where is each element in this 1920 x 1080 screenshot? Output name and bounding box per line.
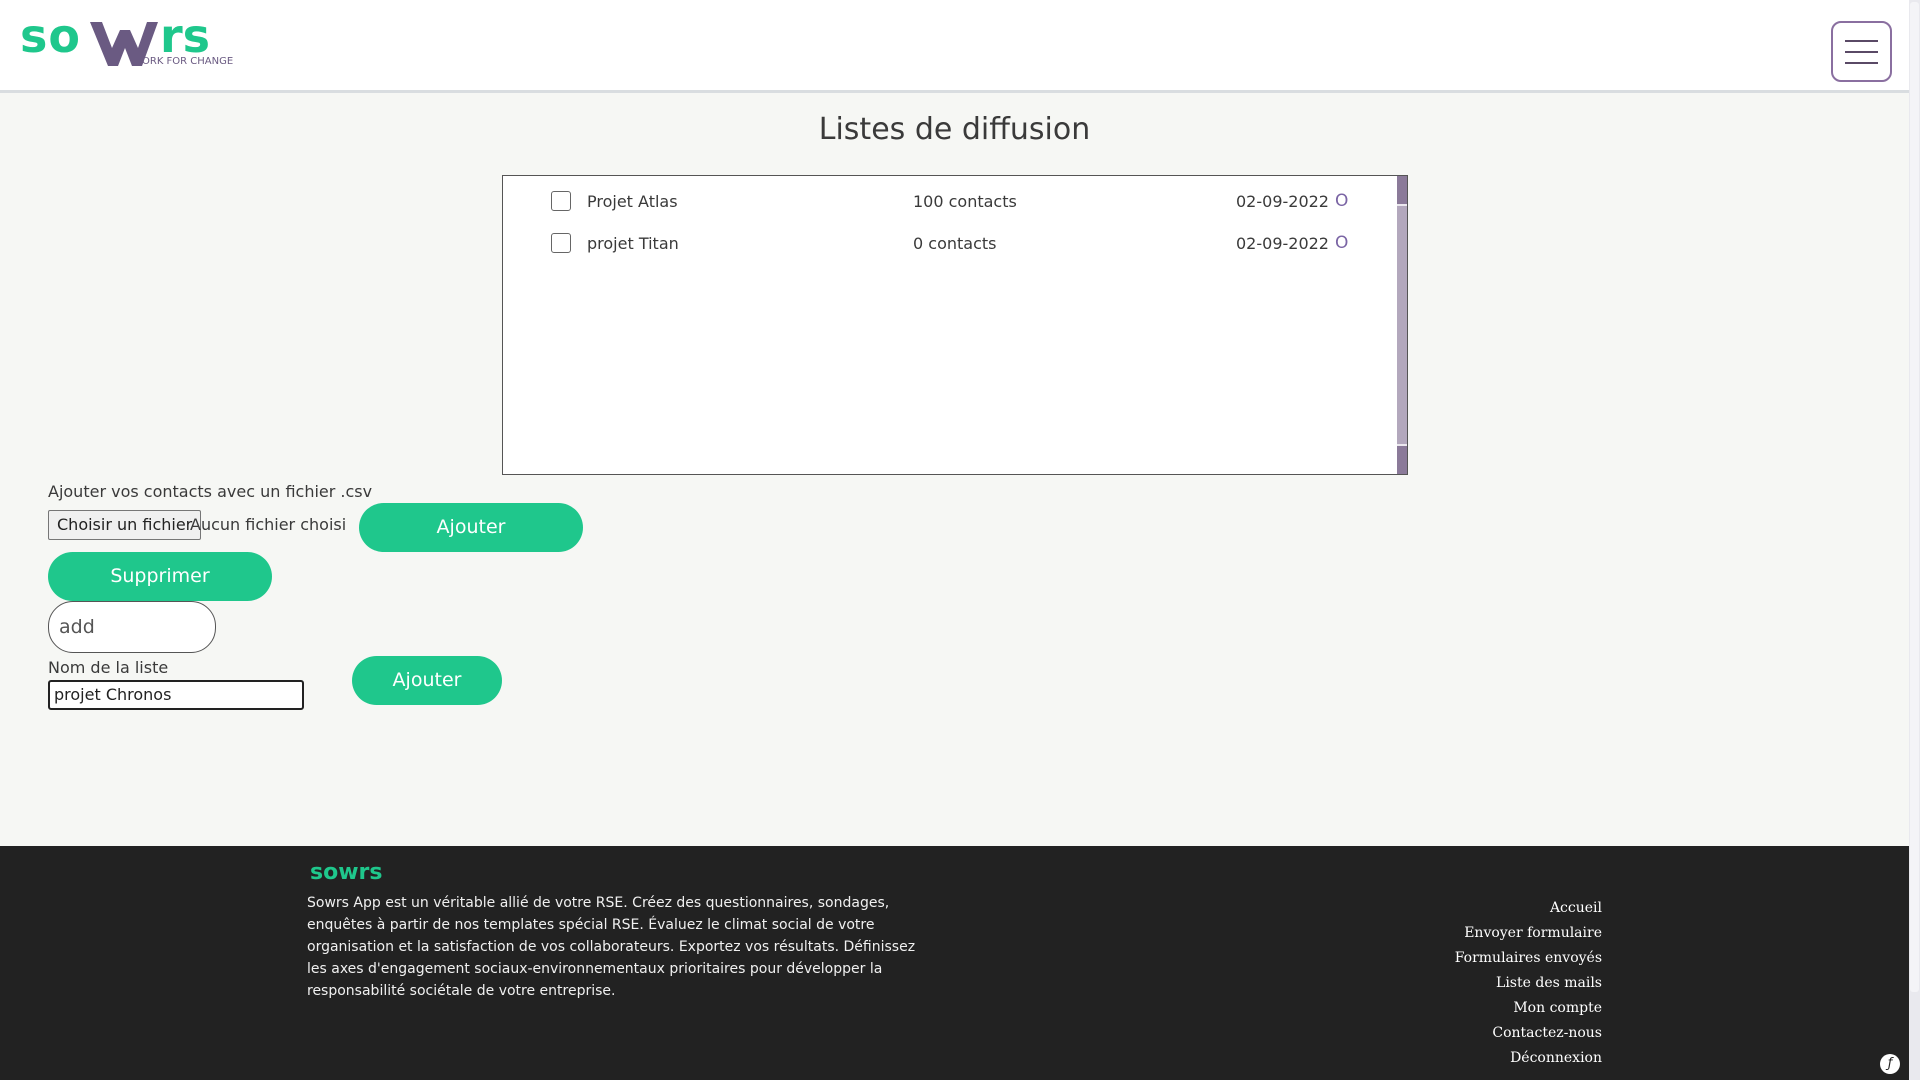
svg-text:sowrs: sowrs	[310, 860, 382, 884]
csv-import-label: Ajouter vos contacts avec un fichier .cs…	[48, 482, 373, 501]
delete-list-icon[interactable]: O	[1335, 191, 1348, 211]
footer-link-envoyer-formulaire[interactable]: Envoyer formulaire	[1400, 921, 1602, 946]
footer-link-deconnexion[interactable]: Déconnexion	[1400, 1046, 1602, 1071]
footer-logo: sowrs	[310, 860, 382, 884]
footer-link-liste-des-mails[interactable]: Liste des mails	[1400, 971, 1602, 996]
scroll-up-arrow[interactable]	[1397, 176, 1407, 204]
svg-text:ORK FOR CHANGE: ORK FOR CHANGE	[142, 56, 233, 67]
footer-nav: Accueil Envoyer formulaire Formulaires e…	[1400, 896, 1602, 1071]
footer-link-contactez-nous[interactable]: Contactez-nous	[1400, 1021, 1602, 1046]
list-item: projet Titan 0 contacts 02-09-2022 O	[503, 225, 1383, 265]
scroll-thumb[interactable]	[1397, 206, 1407, 444]
footer-link-accueil[interactable]: Accueil	[1400, 896, 1602, 921]
sowrs-logo[interactable]: so rs ORK FOR CHANGE	[20, 12, 250, 72]
list-name[interactable]: Projet Atlas	[587, 192, 678, 211]
menu-button[interactable]	[1831, 21, 1892, 82]
create-list-button[interactable]: Ajouter	[352, 656, 502, 705]
footer-description: Sowrs App est un véritable allié de votr…	[307, 895, 916, 999]
choose-file-button[interactable]: Choisir un fichier	[48, 510, 202, 540]
list-item: Projet Atlas 100 contacts 02-09-2022 O	[503, 183, 1383, 223]
file-status: Aucun fichier choisi	[190, 515, 347, 534]
list-name[interactable]: projet Titan	[587, 234, 679, 253]
list-contact-count: 0 contacts	[913, 234, 997, 253]
page-scrollbar[interactable]	[1909, 0, 1920, 1080]
delete-list-icon[interactable]: O	[1335, 233, 1348, 253]
list-scrollbar[interactable]	[1397, 176, 1407, 474]
hamburger-icon	[1845, 40, 1878, 42]
footer-link-formulaires-envoyes[interactable]: Formulaires envoyés	[1400, 946, 1602, 971]
page-scroll-thumb[interactable]	[1910, 2, 1919, 992]
list-checkbox[interactable]	[551, 191, 571, 211]
add-input[interactable]: add	[48, 601, 216, 653]
delete-button[interactable]: Supprimer	[48, 552, 272, 601]
list-name-input[interactable]: projet Chronos	[48, 680, 304, 710]
list-checkbox[interactable]	[551, 233, 571, 253]
import-submit-button[interactable]: Ajouter	[359, 503, 583, 552]
list-contact-count: 100 contacts	[913, 192, 1017, 211]
list-date: 02-09-2022	[1236, 234, 1329, 253]
page-title: Listes de diffusion	[818, 112, 1091, 147]
debug-toolbar-icon[interactable]: ƒ	[1880, 1054, 1900, 1074]
site-header: so rs ORK FOR CHANGE	[0, 0, 1909, 93]
list-name-label: Nom de la liste	[48, 658, 169, 677]
svg-text:so: so	[20, 12, 81, 63]
mailing-lists-box[interactable]: Projet Atlas 100 contacts 02-09-2022 O p…	[502, 175, 1408, 475]
footer-link-mon-compte[interactable]: Mon compte	[1400, 996, 1602, 1021]
scroll-down-arrow[interactable]	[1397, 446, 1407, 474]
site-footer: sowrs Sowrs App est un véritable allié d…	[0, 846, 1909, 1080]
list-date: 02-09-2022	[1236, 192, 1329, 211]
